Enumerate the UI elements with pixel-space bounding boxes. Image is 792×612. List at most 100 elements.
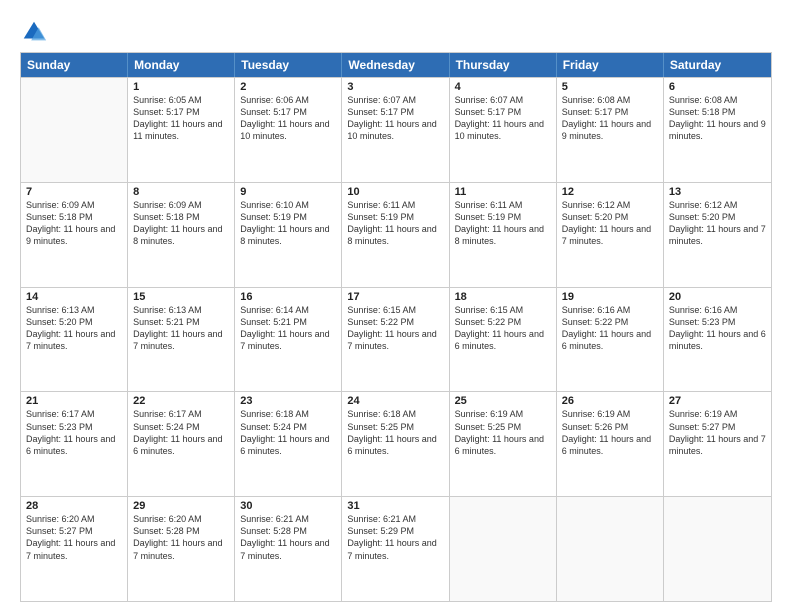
- logo-icon: [20, 18, 48, 46]
- day-number: 18: [455, 291, 551, 303]
- cal-cell: 5Sunrise: 6:08 AMSunset: 5:17 PMDaylight…: [557, 78, 664, 182]
- day-info: Sunrise: 6:18 AMSunset: 5:24 PMDaylight:…: [240, 408, 336, 457]
- day-info: Sunrise: 6:18 AMSunset: 5:25 PMDaylight:…: [347, 408, 443, 457]
- day-number: 8: [133, 186, 229, 198]
- day-info: Sunrise: 6:11 AMSunset: 5:19 PMDaylight:…: [347, 199, 443, 248]
- day-info: Sunrise: 6:13 AMSunset: 5:21 PMDaylight:…: [133, 304, 229, 353]
- day-number: 31: [347, 500, 443, 512]
- day-number: 14: [26, 291, 122, 303]
- day-number: 28: [26, 500, 122, 512]
- cal-cell: 9Sunrise: 6:10 AMSunset: 5:19 PMDaylight…: [235, 183, 342, 287]
- day-info: Sunrise: 6:08 AMSunset: 5:18 PMDaylight:…: [669, 94, 766, 143]
- cal-cell: 29Sunrise: 6:20 AMSunset: 5:28 PMDayligh…: [128, 497, 235, 601]
- day-info: Sunrise: 6:10 AMSunset: 5:19 PMDaylight:…: [240, 199, 336, 248]
- cal-cell: 3Sunrise: 6:07 AMSunset: 5:17 PMDaylight…: [342, 78, 449, 182]
- cal-cell: 12Sunrise: 6:12 AMSunset: 5:20 PMDayligh…: [557, 183, 664, 287]
- calendar-row-0: 1Sunrise: 6:05 AMSunset: 5:17 PMDaylight…: [21, 77, 771, 182]
- day-number: 7: [26, 186, 122, 198]
- cal-cell: 30Sunrise: 6:21 AMSunset: 5:28 PMDayligh…: [235, 497, 342, 601]
- cal-cell: 14Sunrise: 6:13 AMSunset: 5:20 PMDayligh…: [21, 288, 128, 392]
- cal-cell: 20Sunrise: 6:16 AMSunset: 5:23 PMDayligh…: [664, 288, 771, 392]
- calendar-row-3: 21Sunrise: 6:17 AMSunset: 5:23 PMDayligh…: [21, 391, 771, 496]
- day-info: Sunrise: 6:05 AMSunset: 5:17 PMDaylight:…: [133, 94, 229, 143]
- cal-cell: [450, 497, 557, 601]
- day-number: 1: [133, 81, 229, 93]
- calendar-row-1: 7Sunrise: 6:09 AMSunset: 5:18 PMDaylight…: [21, 182, 771, 287]
- day-info: Sunrise: 6:16 AMSunset: 5:22 PMDaylight:…: [562, 304, 658, 353]
- day-number: 3: [347, 81, 443, 93]
- cal-cell: 18Sunrise: 6:15 AMSunset: 5:22 PMDayligh…: [450, 288, 557, 392]
- header-cell-thursday: Thursday: [450, 53, 557, 77]
- day-number: 5: [562, 81, 658, 93]
- day-number: 30: [240, 500, 336, 512]
- calendar-row-2: 14Sunrise: 6:13 AMSunset: 5:20 PMDayligh…: [21, 287, 771, 392]
- day-number: 26: [562, 395, 658, 407]
- day-number: 24: [347, 395, 443, 407]
- day-number: 10: [347, 186, 443, 198]
- cal-cell: 16Sunrise: 6:14 AMSunset: 5:21 PMDayligh…: [235, 288, 342, 392]
- cal-cell: 11Sunrise: 6:11 AMSunset: 5:19 PMDayligh…: [450, 183, 557, 287]
- cal-cell: [664, 497, 771, 601]
- day-info: Sunrise: 6:11 AMSunset: 5:19 PMDaylight:…: [455, 199, 551, 248]
- cal-cell: 24Sunrise: 6:18 AMSunset: 5:25 PMDayligh…: [342, 392, 449, 496]
- day-number: 13: [669, 186, 766, 198]
- cal-cell: [557, 497, 664, 601]
- cal-cell: 10Sunrise: 6:11 AMSunset: 5:19 PMDayligh…: [342, 183, 449, 287]
- cal-cell: 17Sunrise: 6:15 AMSunset: 5:22 PMDayligh…: [342, 288, 449, 392]
- cal-cell: 15Sunrise: 6:13 AMSunset: 5:21 PMDayligh…: [128, 288, 235, 392]
- day-info: Sunrise: 6:09 AMSunset: 5:18 PMDaylight:…: [26, 199, 122, 248]
- header-cell-tuesday: Tuesday: [235, 53, 342, 77]
- calendar-header: SundayMondayTuesdayWednesdayThursdayFrid…: [21, 53, 771, 77]
- cal-cell: [21, 78, 128, 182]
- day-info: Sunrise: 6:17 AMSunset: 5:24 PMDaylight:…: [133, 408, 229, 457]
- day-info: Sunrise: 6:07 AMSunset: 5:17 PMDaylight:…: [347, 94, 443, 143]
- day-number: 12: [562, 186, 658, 198]
- cal-cell: 28Sunrise: 6:20 AMSunset: 5:27 PMDayligh…: [21, 497, 128, 601]
- page: SundayMondayTuesdayWednesdayThursdayFrid…: [0, 0, 792, 612]
- cal-cell: 26Sunrise: 6:19 AMSunset: 5:26 PMDayligh…: [557, 392, 664, 496]
- day-info: Sunrise: 6:15 AMSunset: 5:22 PMDaylight:…: [347, 304, 443, 353]
- day-info: Sunrise: 6:19 AMSunset: 5:26 PMDaylight:…: [562, 408, 658, 457]
- day-number: 4: [455, 81, 551, 93]
- cal-cell: 27Sunrise: 6:19 AMSunset: 5:27 PMDayligh…: [664, 392, 771, 496]
- day-info: Sunrise: 6:17 AMSunset: 5:23 PMDaylight:…: [26, 408, 122, 457]
- cal-cell: 7Sunrise: 6:09 AMSunset: 5:18 PMDaylight…: [21, 183, 128, 287]
- day-info: Sunrise: 6:16 AMSunset: 5:23 PMDaylight:…: [669, 304, 766, 353]
- day-info: Sunrise: 6:21 AMSunset: 5:29 PMDaylight:…: [347, 513, 443, 562]
- calendar: SundayMondayTuesdayWednesdayThursdayFrid…: [20, 52, 772, 602]
- day-number: 6: [669, 81, 766, 93]
- day-info: Sunrise: 6:19 AMSunset: 5:25 PMDaylight:…: [455, 408, 551, 457]
- day-number: 9: [240, 186, 336, 198]
- day-info: Sunrise: 6:19 AMSunset: 5:27 PMDaylight:…: [669, 408, 766, 457]
- cal-cell: 8Sunrise: 6:09 AMSunset: 5:18 PMDaylight…: [128, 183, 235, 287]
- day-number: 27: [669, 395, 766, 407]
- day-info: Sunrise: 6:14 AMSunset: 5:21 PMDaylight:…: [240, 304, 336, 353]
- day-number: 17: [347, 291, 443, 303]
- day-number: 22: [133, 395, 229, 407]
- logo: [20, 18, 52, 46]
- day-info: Sunrise: 6:13 AMSunset: 5:20 PMDaylight:…: [26, 304, 122, 353]
- header-cell-monday: Monday: [128, 53, 235, 77]
- header-cell-friday: Friday: [557, 53, 664, 77]
- header-cell-sunday: Sunday: [21, 53, 128, 77]
- cal-cell: 6Sunrise: 6:08 AMSunset: 5:18 PMDaylight…: [664, 78, 771, 182]
- day-info: Sunrise: 6:21 AMSunset: 5:28 PMDaylight:…: [240, 513, 336, 562]
- header-cell-wednesday: Wednesday: [342, 53, 449, 77]
- day-info: Sunrise: 6:08 AMSunset: 5:17 PMDaylight:…: [562, 94, 658, 143]
- cal-cell: 22Sunrise: 6:17 AMSunset: 5:24 PMDayligh…: [128, 392, 235, 496]
- day-number: 20: [669, 291, 766, 303]
- cal-cell: 23Sunrise: 6:18 AMSunset: 5:24 PMDayligh…: [235, 392, 342, 496]
- cal-cell: 1Sunrise: 6:05 AMSunset: 5:17 PMDaylight…: [128, 78, 235, 182]
- day-info: Sunrise: 6:20 AMSunset: 5:27 PMDaylight:…: [26, 513, 122, 562]
- day-number: 16: [240, 291, 336, 303]
- header-cell-saturday: Saturday: [664, 53, 771, 77]
- calendar-body: 1Sunrise: 6:05 AMSunset: 5:17 PMDaylight…: [21, 77, 771, 601]
- header: [20, 18, 772, 46]
- day-info: Sunrise: 6:07 AMSunset: 5:17 PMDaylight:…: [455, 94, 551, 143]
- cal-cell: 4Sunrise: 6:07 AMSunset: 5:17 PMDaylight…: [450, 78, 557, 182]
- cal-cell: 19Sunrise: 6:16 AMSunset: 5:22 PMDayligh…: [557, 288, 664, 392]
- day-number: 29: [133, 500, 229, 512]
- day-number: 11: [455, 186, 551, 198]
- calendar-row-4: 28Sunrise: 6:20 AMSunset: 5:27 PMDayligh…: [21, 496, 771, 601]
- cal-cell: 2Sunrise: 6:06 AMSunset: 5:17 PMDaylight…: [235, 78, 342, 182]
